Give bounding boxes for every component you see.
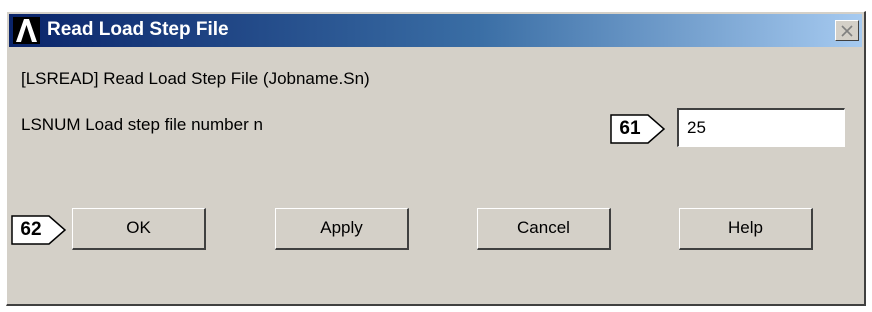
command-description: [LSREAD] Read Load Step File (Jobname.Sn…: [21, 69, 370, 88]
window-title: Read Load Step File: [47, 19, 229, 40]
close-icon: [841, 25, 853, 37]
callout-61-label: 61: [619, 118, 641, 139]
ok-button[interactable]: OK: [72, 208, 206, 250]
ansys-logo-icon: [13, 17, 40, 44]
title-bar[interactable]: Read Load Step File: [9, 14, 862, 47]
callout-61: 61: [610, 114, 666, 144]
close-button[interactable]: [835, 20, 859, 41]
help-button[interactable]: Help: [679, 208, 813, 250]
lsnum-input[interactable]: [677, 108, 845, 147]
lsnum-label: LSNUM Load step file number n: [21, 115, 263, 134]
cancel-button[interactable]: Cancel: [477, 208, 611, 250]
callout-62-label: 62: [20, 219, 42, 240]
apply-button[interactable]: Apply: [275, 208, 409, 250]
callout-62: 62: [11, 215, 67, 245]
read-load-step-dialog: Read Load Step File [LSREAD] Read Load S…: [6, 11, 866, 306]
